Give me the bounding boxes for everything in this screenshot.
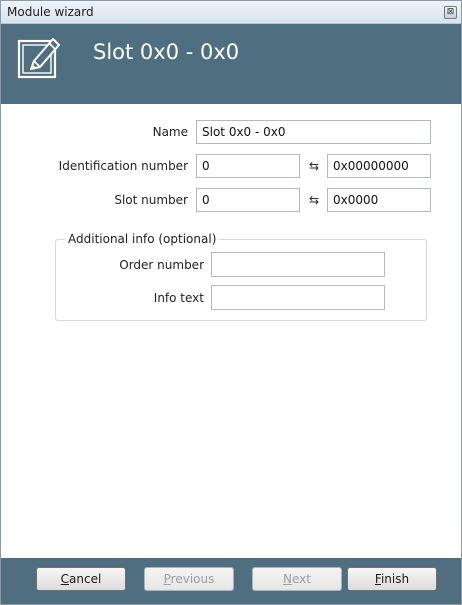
identification-number-hex-input[interactable] bbox=[327, 154, 431, 178]
close-icon[interactable]: ⊠ bbox=[444, 6, 457, 19]
order-number-label: Order number bbox=[119, 258, 204, 272]
finish-label: inish bbox=[380, 572, 410, 586]
swap-arrows-icon: ⇆ bbox=[308, 193, 320, 207]
slot-number-label: Slot number bbox=[114, 193, 188, 207]
info-text-input[interactable] bbox=[211, 285, 385, 310]
identification-number-input[interactable] bbox=[196, 154, 300, 178]
window-title: Module wizard bbox=[7, 5, 94, 19]
finish-button[interactable]: Finish bbox=[347, 567, 437, 591]
info-text-label: Info text bbox=[153, 291, 204, 305]
next-label: ext bbox=[292, 572, 311, 586]
cancel-label: ancel bbox=[69, 572, 102, 586]
slot-number-hex-input[interactable] bbox=[327, 188, 431, 212]
previous-label: revious bbox=[170, 572, 215, 586]
identification-number-label: Identification number bbox=[58, 159, 188, 173]
wizard-header: Slot 0x0 - 0x0 bbox=[1, 24, 461, 104]
header-title: Slot 0x0 - 0x0 bbox=[93, 40, 240, 64]
next-button[interactable]: Next bbox=[252, 567, 342, 591]
edit-pencil-icon bbox=[17, 38, 60, 79]
previous-button[interactable]: Previous bbox=[144, 567, 234, 591]
title-bar[interactable]: Module wizard ⊠ bbox=[1, 1, 461, 24]
cancel-mnemonic: C bbox=[60, 572, 70, 586]
previous-mnemonic: P bbox=[163, 572, 171, 586]
order-number-input[interactable] bbox=[211, 252, 385, 277]
name-input[interactable] bbox=[196, 120, 431, 144]
swap-arrows-icon: ⇆ bbox=[308, 159, 320, 173]
name-label: Name bbox=[152, 125, 188, 139]
slot-number-input[interactable] bbox=[196, 188, 300, 212]
module-wizard-window: Module wizard ⊠ Slot 0x0 - 0x0 Name Iden… bbox=[0, 0, 462, 605]
cancel-button[interactable]: Cancel bbox=[36, 567, 126, 591]
additional-info-legend: Additional info (optional) bbox=[65, 232, 220, 246]
next-mnemonic: N bbox=[283, 572, 292, 586]
wizard-footer: Cancel Previous Next Finish bbox=[1, 558, 461, 604]
